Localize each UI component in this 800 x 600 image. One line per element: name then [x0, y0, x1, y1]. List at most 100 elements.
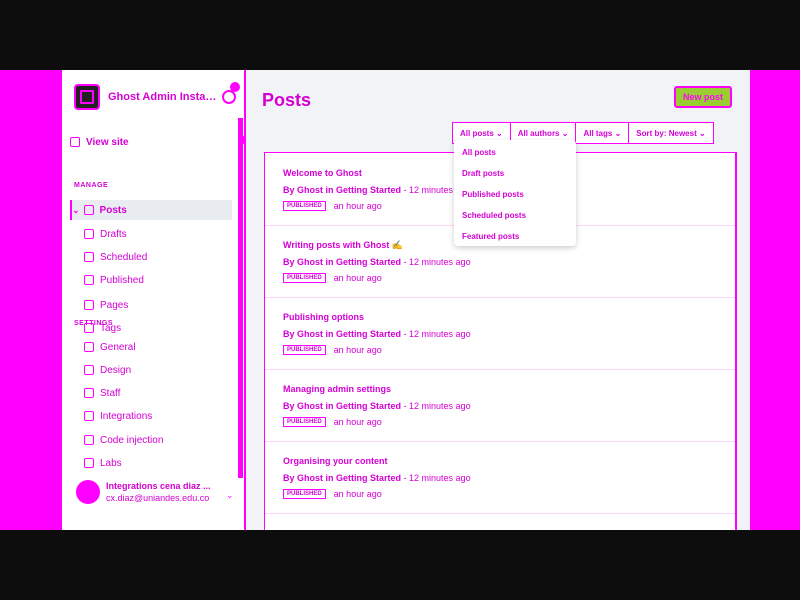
sidebar-item-general[interactable]: General — [84, 337, 244, 357]
status-badge: PUBLISHED — [283, 345, 326, 355]
app-frame: Ghost Admin Instance... View site MANAGE… — [0, 70, 800, 530]
draft-icon — [84, 229, 94, 239]
chevron-down-icon[interactable]: ⌄ — [226, 490, 234, 501]
brand[interactable]: Ghost Admin Instance... — [74, 84, 218, 110]
status-badge: PUBLISHED — [283, 417, 326, 427]
post-time: - 12 minutes ago — [403, 473, 471, 483]
gear-icon — [84, 342, 94, 352]
sidebar-item-code-injection[interactable]: Code injection — [84, 430, 244, 450]
dropdown-option[interactable]: Featured posts — [462, 232, 519, 241]
post-author: By Ghost in Getting Started — [283, 329, 402, 339]
post-title[interactable]: Welcome to Ghost — [283, 168, 362, 178]
sidebar-item-design[interactable]: Design — [84, 360, 244, 380]
sidebar-item-label: General — [100, 341, 136, 353]
check-icon — [84, 275, 94, 285]
post-updated: an hour ago — [333, 273, 382, 283]
pen-icon — [83, 205, 94, 215]
post-title[interactable]: Publishing options — [283, 312, 364, 322]
sidebar: Ghost Admin Instance... View site MANAGE… — [62, 70, 246, 530]
sidebar-item-label: Design — [100, 364, 132, 376]
search-icon[interactable] — [222, 90, 236, 104]
user-name: Integrations cena diaz ... — [106, 481, 211, 491]
brand-name: Ghost Admin Instance... — [108, 91, 218, 103]
post-meta: By Ghost in Getting Started - 12 minutes… — [283, 401, 471, 411]
post-author: By Ghost in Getting Started — [283, 185, 402, 195]
post-author: By Ghost in Getting Started — [283, 473, 402, 483]
user-menu[interactable]: Integrations cena diaz ... cx.diaz@unian… — [76, 480, 211, 504]
post-time: - 12 minutes ago — [403, 401, 471, 411]
sidebar-item-drafts[interactable]: Drafts — [84, 224, 244, 244]
new-post-button[interactable]: New post — [674, 86, 732, 108]
post-title[interactable]: Managing admin settings — [283, 384, 391, 394]
post-author: By Ghost in Getting Started — [283, 257, 402, 267]
sidebar-item-view-site[interactable]: View site — [70, 132, 230, 152]
sidebar-item-label: Integrations — [100, 410, 153, 422]
post-type-dropdown: All posts Draft posts Published posts Sc… — [454, 140, 576, 246]
dropdown-option[interactable]: Published posts — [462, 190, 524, 199]
post-updated: an hour ago — [333, 489, 382, 499]
dropdown-option[interactable]: Scheduled posts — [462, 211, 526, 220]
sidebar-item-posts[interactable]: ⌄ Posts — [70, 200, 232, 220]
post-status: PUBLISHED an hour ago — [283, 273, 382, 283]
filter-label: All tags — [583, 128, 613, 138]
post-title[interactable]: Organising your content — [283, 456, 388, 466]
post-updated: an hour ago — [333, 201, 382, 211]
sidebar-item-label: Posts — [99, 204, 127, 216]
home-icon — [70, 137, 80, 147]
page-icon — [84, 300, 94, 310]
post-meta: By Ghost in Getting Started - 12 minutes… — [283, 473, 471, 483]
filter-label: All posts — [460, 128, 494, 138]
sidebar-item-labs[interactable]: Labs — [84, 453, 244, 473]
post-updated: an hour ago — [333, 417, 382, 427]
ghost-admin: Ghost Admin Instance... View site MANAGE… — [62, 70, 756, 530]
post-status: PUBLISHED an hour ago — [283, 201, 382, 211]
ghost-logo-icon — [74, 84, 100, 110]
brush-icon — [84, 365, 94, 375]
sidebar-item-label: Staff — [100, 387, 121, 399]
dropdown-option[interactable]: Draft posts — [462, 169, 504, 178]
user-email: cx.diaz@uniandes.edu.co — [106, 493, 210, 503]
post-meta: By Ghost in Getting Started - 12 minutes… — [283, 185, 471, 195]
post-meta: By Ghost in Getting Started - 12 minutes… — [283, 329, 471, 339]
main-scrollbar[interactable] — [750, 70, 756, 530]
sidebar-scrollbar[interactable] — [238, 118, 243, 478]
avatar — [76, 480, 100, 504]
list-item[interactable]: Organising your content By Ghost in Gett… — [265, 441, 735, 514]
sidebar-item-scheduled[interactable]: Scheduled — [84, 247, 244, 267]
sort-select[interactable]: Sort by: Newest ⌄ — [629, 123, 712, 143]
chevron-down-icon: ⌄ — [72, 204, 80, 215]
sidebar-item-label: Pages — [100, 299, 129, 311]
post-status: PUBLISHED an hour ago — [283, 345, 382, 355]
post-time: - 12 minutes ago — [403, 329, 471, 339]
sidebar-item-label: Drafts — [100, 228, 127, 240]
tag-icon — [84, 252, 94, 262]
filter-label: Sort by: Newest — [636, 128, 697, 138]
section-label-manage: MANAGE — [74, 182, 109, 189]
sidebar-item-label: Code injection — [100, 434, 164, 446]
list-item[interactable]: Publishing options By Ghost in Getting S… — [265, 297, 735, 370]
post-title[interactable]: Writing posts with Ghost ✍️ — [283, 240, 403, 251]
post-time: - 12 minutes ago — [403, 257, 471, 267]
main-content: Posts New post All posts ⌄ All authors ⌄… — [246, 70, 756, 530]
labs-icon — [84, 458, 94, 468]
post-status: PUBLISHED an hour ago — [283, 489, 382, 499]
sidebar-item-pages[interactable]: Pages — [84, 295, 244, 315]
filter-tags-select[interactable]: All tags ⌄ — [576, 123, 630, 143]
code-icon — [84, 435, 94, 445]
list-item[interactable]: Managing admin settings By Ghost in Gett… — [265, 369, 735, 442]
filter-label: All authors — [517, 128, 560, 138]
post-updated: an hour ago — [333, 345, 382, 355]
sidebar-item-label: Scheduled — [100, 251, 148, 263]
page-title: Posts — [262, 90, 312, 110]
post-author: By Ghost in Getting Started — [283, 401, 402, 411]
dropdown-option[interactable]: All posts — [462, 148, 496, 157]
sidebar-item-label: Labs — [100, 457, 122, 469]
status-badge: PUBLISHED — [283, 489, 326, 499]
post-meta: By Ghost in Getting Started - 12 minutes… — [283, 257, 471, 267]
sidebar-item-integrations[interactable]: Integrations — [84, 406, 244, 426]
sidebar-item-staff[interactable]: Staff — [84, 383, 244, 403]
post-status: PUBLISHED an hour ago — [283, 417, 382, 427]
sidebar-item-published[interactable]: Published — [84, 270, 244, 290]
sidebar-item-label: View site — [86, 136, 129, 148]
sidebar-item-label: Published — [100, 274, 144, 286]
